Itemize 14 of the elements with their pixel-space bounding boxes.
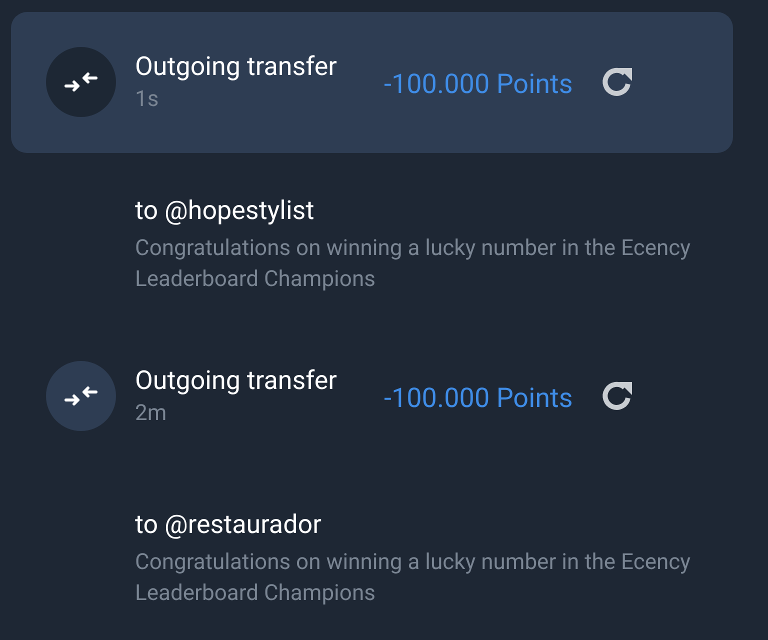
transaction-recipient: to @restaurador xyxy=(135,508,322,541)
transaction-header[interactable]: Outgoing transfer 2m -100.000 Points xyxy=(11,326,733,467)
transaction-amount: -100.000 Points xyxy=(384,68,573,100)
transaction-time: 2m xyxy=(135,401,168,428)
transaction-amount: -100.000 Points xyxy=(384,382,573,414)
transaction-title: Outgoing transfer xyxy=(135,51,338,84)
transaction-header[interactable]: Outgoing transfer 1s -100.000 Points xyxy=(11,12,733,153)
transaction-time: 1s xyxy=(135,87,160,114)
transaction-memo: Congratulations on winning a lucky number in the Ecency Leaderboard Champions xyxy=(135,548,692,608)
transfer-arrows-icon xyxy=(64,386,98,406)
transfer-arrows-icon xyxy=(64,72,98,92)
transaction-recipient: to @hopestylist xyxy=(135,194,316,227)
transaction-memo: Congratulations on winning a lucky number in the Ecency Leaderboard Champions xyxy=(135,234,692,294)
transaction-title: Outgoing transfer xyxy=(135,365,338,398)
